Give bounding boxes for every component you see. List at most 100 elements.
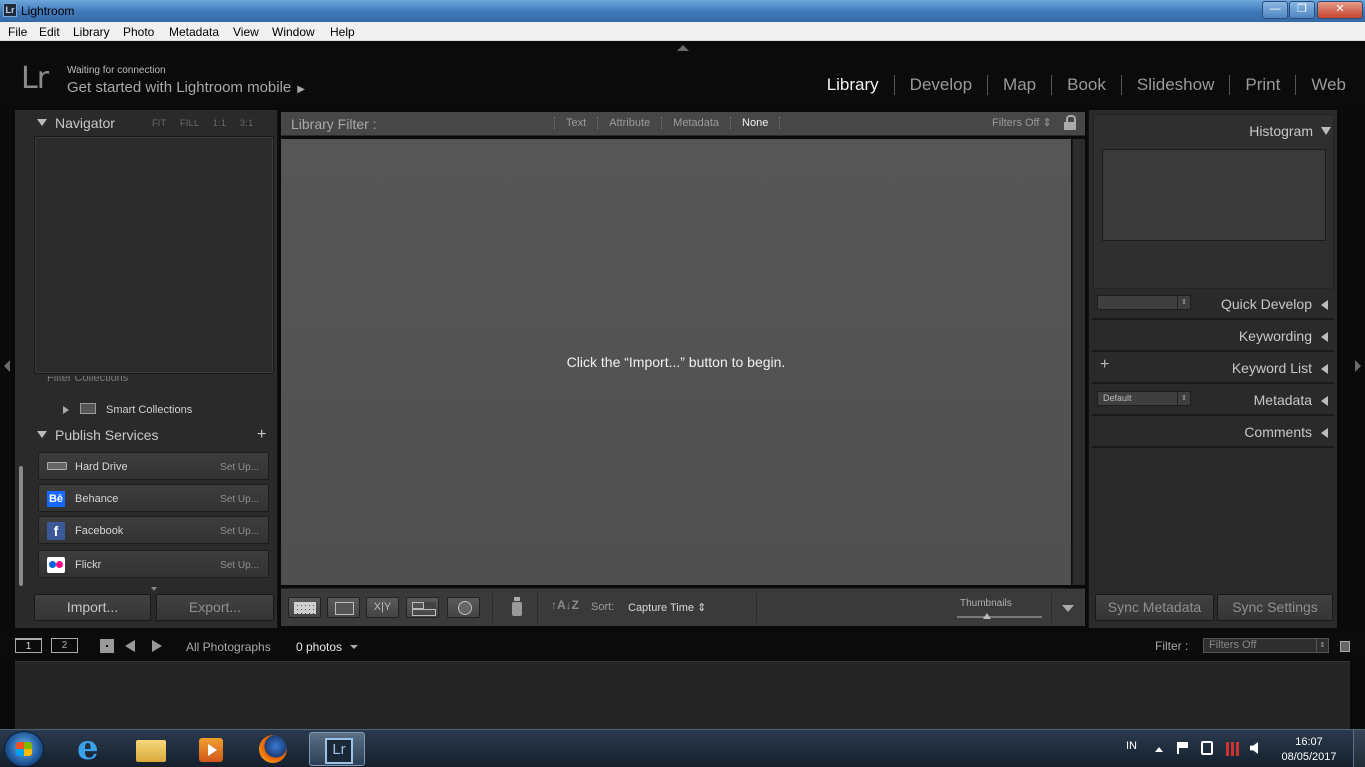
- sort-direction-icon[interactable]: ↑A↓Z: [551, 598, 579, 612]
- module-slideshow[interactable]: Slideshow: [1120, 75, 1230, 95]
- right-panel-toggle-icon[interactable]: [1355, 360, 1361, 372]
- internet-explorer-icon[interactable]: [64, 728, 118, 767]
- show-desktop-button[interactable]: [1353, 730, 1365, 767]
- people-view-icon[interactable]: [447, 597, 480, 618]
- grid-view[interactable]: Click the “Import...” button to begin.: [281, 139, 1071, 585]
- module-web[interactable]: Web: [1295, 75, 1361, 95]
- metadata-preset-select[interactable]: Default ⇕: [1097, 391, 1191, 406]
- lock-icon[interactable]: [1064, 115, 1076, 131]
- zoom-fill[interactable]: FILL: [180, 118, 199, 128]
- secondary-window-button[interactable]: 2: [51, 638, 78, 653]
- system-clock[interactable]: 16:07 08/05/2017: [1274, 735, 1344, 765]
- input-language[interactable]: IN: [1126, 740, 1137, 752]
- maximize-button[interactable]: ❐: [1289, 1, 1315, 19]
- survey-view-icon[interactable]: [406, 597, 439, 618]
- comments-section[interactable]: Comments: [1092, 418, 1334, 448]
- menu-photo[interactable]: Photo: [123, 25, 154, 39]
- show-hidden-icons-icon[interactable]: [1155, 747, 1163, 752]
- media-player-icon[interactable]: [184, 732, 238, 766]
- mobile-get-started-link[interactable]: Get started with Lightroom mobile ▶: [67, 79, 305, 96]
- minimize-button[interactable]: —: [1262, 1, 1288, 19]
- export-button[interactable]: Export...: [156, 594, 274, 621]
- setup-link[interactable]: Set Up...: [220, 494, 259, 505]
- thumbnail-size-handle[interactable]: [982, 613, 991, 619]
- left-panel-toggle-icon[interactable]: [4, 360, 10, 372]
- module-book[interactable]: Book: [1051, 75, 1121, 95]
- back-arrow-icon[interactable]: [125, 640, 135, 652]
- scroll-down-icon[interactable]: [151, 587, 157, 591]
- firefox-icon[interactable]: [246, 732, 300, 766]
- sort-criteria-dropdown[interactable]: Capture Time ⇕: [628, 601, 706, 614]
- power-icon[interactable]: [1201, 741, 1213, 755]
- toolbar-options-dropdown-icon[interactable]: [1062, 605, 1074, 612]
- sync-settings-button[interactable]: Sync Settings: [1217, 594, 1333, 621]
- grid-scrollbar[interactable]: [1072, 139, 1085, 585]
- menu-help[interactable]: Help: [330, 25, 355, 39]
- module-develop[interactable]: Develop: [893, 75, 987, 95]
- forward-arrow-icon[interactable]: [152, 640, 162, 652]
- setup-link[interactable]: Set Up...: [220, 560, 259, 571]
- histogram-title[interactable]: Histogram: [1249, 123, 1313, 139]
- menu-library[interactable]: Library: [73, 25, 110, 39]
- metadata-section[interactable]: Default ⇕ Metadata: [1092, 386, 1334, 416]
- menu-window[interactable]: Window: [272, 25, 315, 39]
- filmstrip-filter-select[interactable]: Filters Off ⇕: [1203, 638, 1329, 653]
- publish-services-header[interactable]: Publish Services: [37, 427, 159, 443]
- import-button[interactable]: Import...: [34, 594, 151, 621]
- module-library[interactable]: Library: [812, 75, 894, 95]
- sync-metadata-button[interactable]: Sync Metadata: [1095, 594, 1214, 621]
- lightroom-taskbar-icon[interactable]: [309, 732, 365, 766]
- filter-tab-metadata[interactable]: Metadata: [661, 117, 730, 129]
- navigator-preview[interactable]: [34, 136, 274, 374]
- loupe-view-icon[interactable]: [327, 597, 360, 618]
- keywording-section[interactable]: Keywording: [1092, 322, 1334, 352]
- photo-count-dropdown-icon[interactable]: [350, 645, 358, 649]
- filter-tab-none[interactable]: None: [730, 117, 781, 129]
- menu-edit[interactable]: Edit: [39, 25, 60, 39]
- add-publish-service-icon[interactable]: +: [257, 426, 266, 444]
- module-print[interactable]: Print: [1229, 75, 1295, 95]
- action-center-flag-icon[interactable]: [1177, 742, 1188, 754]
- publish-service-hard-drive[interactable]: Hard Drive Set Up...: [38, 452, 269, 480]
- add-keyword-icon[interactable]: +: [1100, 356, 1109, 374]
- network-signal-icon[interactable]: [1226, 742, 1242, 756]
- grid-view-icon[interactable]: [288, 597, 321, 618]
- menu-view[interactable]: View: [233, 25, 259, 39]
- module-map[interactable]: Map: [987, 75, 1051, 95]
- collapse-triangle-icon[interactable]: [1321, 127, 1331, 135]
- expand-triangle-icon[interactable]: [63, 406, 69, 414]
- filter-switch-icon[interactable]: [1340, 641, 1350, 652]
- zoom-fit[interactable]: FIT: [152, 118, 166, 128]
- menu-file[interactable]: File: [8, 25, 27, 39]
- windows-explorer-icon[interactable]: [124, 732, 178, 766]
- publish-service-flickr[interactable]: Flickr Set Up...: [38, 550, 269, 578]
- quick-develop-section[interactable]: ⇕ Quick Develop: [1092, 290, 1334, 320]
- filmstrip-source[interactable]: All Photographs: [186, 640, 271, 654]
- keyword-list-section[interactable]: + Keyword List: [1092, 354, 1334, 384]
- start-button[interactable]: [4, 731, 44, 767]
- grid-icon[interactable]: [100, 639, 114, 653]
- left-panel-scrollbar[interactable]: [19, 466, 23, 586]
- zoom-3-1[interactable]: 3:1: [240, 118, 253, 128]
- filter-tab-attribute[interactable]: Attribute: [597, 117, 661, 129]
- filter-tab-text[interactable]: Text: [554, 117, 597, 129]
- compare-view-icon[interactable]: X|Y: [366, 597, 399, 618]
- photo-count[interactable]: 0 photos: [296, 640, 342, 654]
- volume-icon[interactable]: [1250, 742, 1258, 754]
- zoom-1-1[interactable]: 1:1: [213, 118, 226, 128]
- navigator-header[interactable]: Navigator: [37, 115, 115, 131]
- filter-preset-dropdown[interactable]: Filters Off ⇕: [992, 116, 1052, 129]
- publish-service-behance[interactable]: Bē Behance Set Up...: [38, 484, 269, 512]
- publish-service-facebook[interactable]: f Facebook Set Up...: [38, 516, 269, 544]
- saved-preset-select[interactable]: ⇕: [1097, 295, 1191, 310]
- painter-spray-can-icon[interactable]: [512, 597, 522, 617]
- menu-metadata[interactable]: Metadata: [169, 25, 219, 39]
- setup-link[interactable]: Set Up...: [220, 526, 259, 537]
- title-bar[interactable]: Lr Lightroom — ❐ ✕: [0, 0, 1365, 22]
- filmstrip[interactable]: [15, 661, 1350, 729]
- filter-collections-field[interactable]: Filter Collections: [35, 376, 265, 390]
- smart-collections-item[interactable]: Smart Collections: [34, 400, 274, 420]
- close-button[interactable]: ✕: [1317, 1, 1363, 19]
- main-window-button[interactable]: 1: [15, 638, 42, 653]
- setup-link[interactable]: Set Up...: [220, 462, 259, 473]
